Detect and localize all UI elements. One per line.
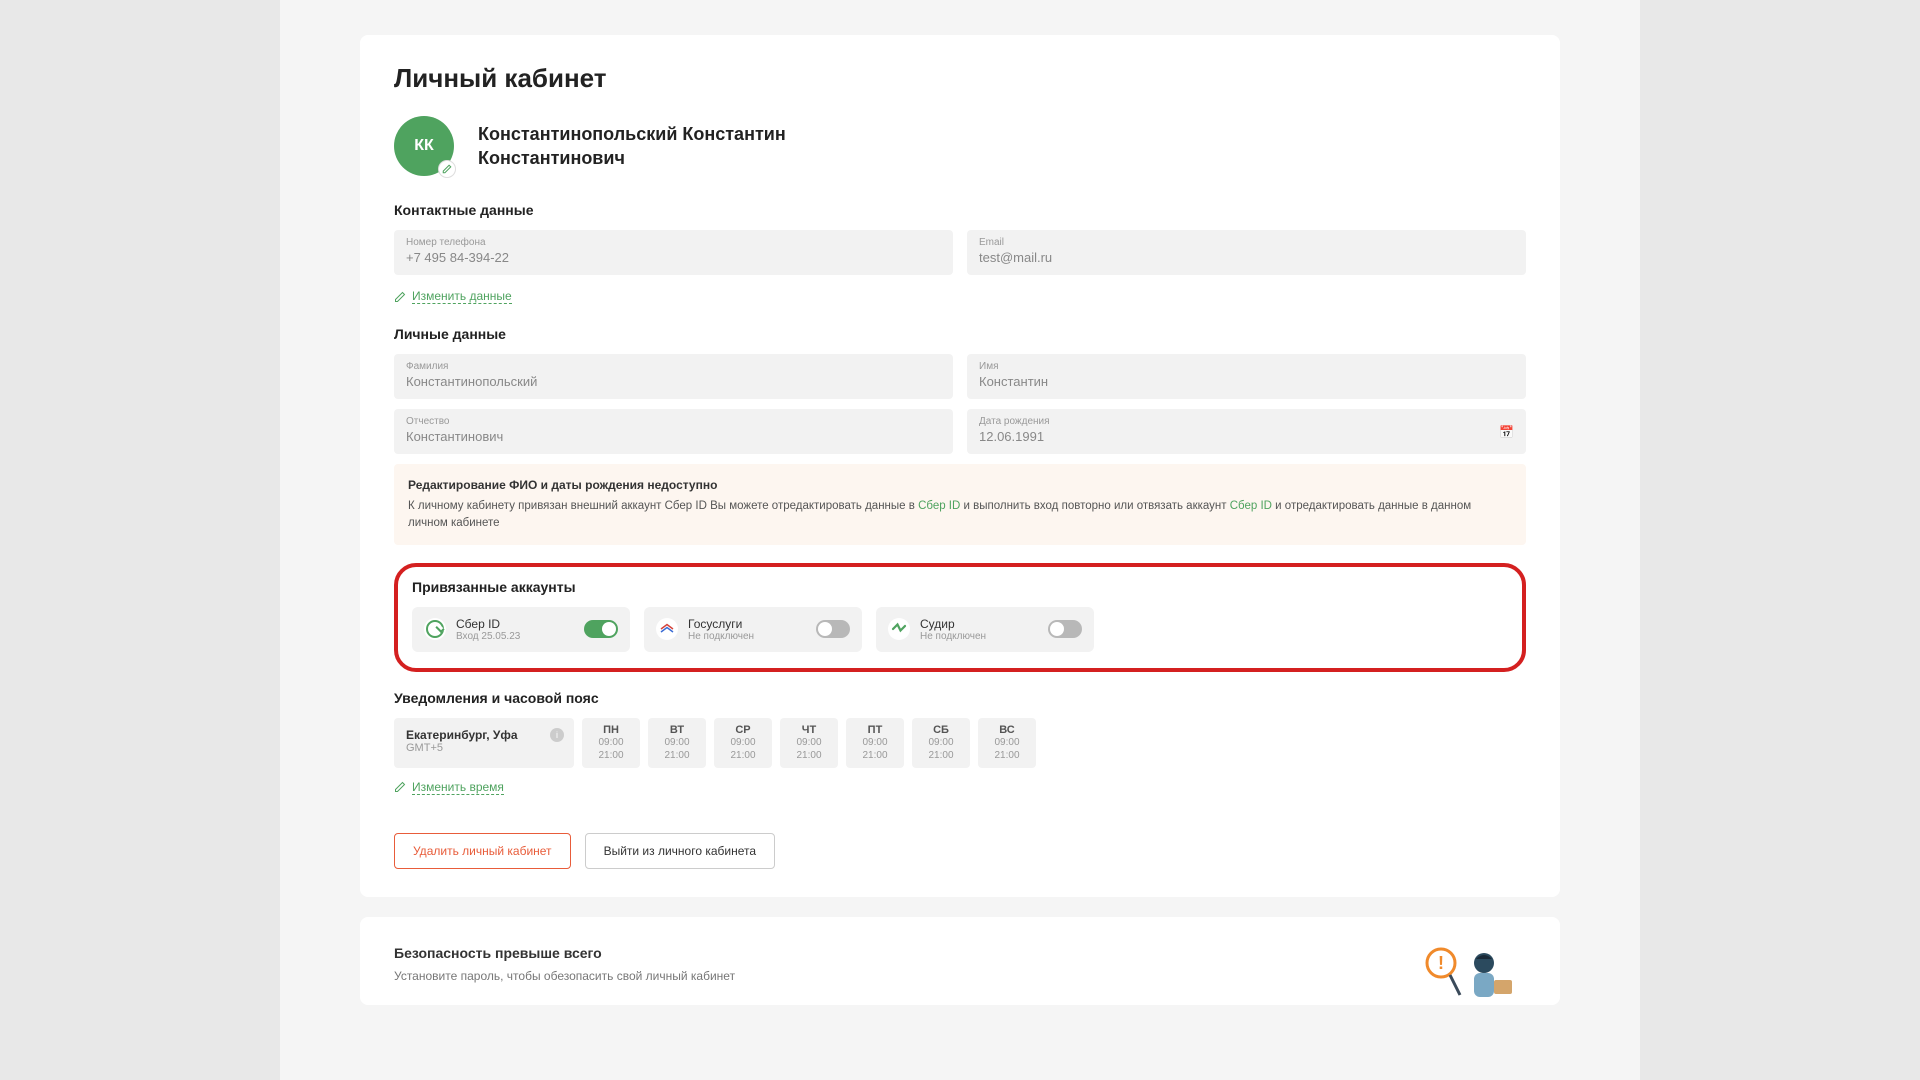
day-from: 09:00 [854, 736, 896, 749]
day-card[interactable]: ЧТ09:0021:00 [780, 718, 838, 768]
linked-account-card: Сбер IDВход 25.05.23 [412, 607, 630, 652]
provider-status: Не подключен [920, 631, 1038, 642]
day-to: 21:00 [986, 749, 1028, 762]
firstname-field: Имя Константин [967, 354, 1526, 399]
delete-account-button[interactable]: Удалить личный кабинет [394, 833, 571, 869]
security-illustration: ! [1406, 945, 1526, 1005]
security-card: Безопасность превыше всего Установите па… [360, 917, 1560, 1005]
day-name: ПН [590, 724, 632, 736]
tz-city-card[interactable]: Екатеринбург, Уфа GMT+5 i [394, 718, 574, 768]
pencil-icon [394, 781, 406, 793]
day-card[interactable]: СР09:0021:00 [714, 718, 772, 768]
profile-header: КК Константинопольский Константин Конста… [394, 116, 1526, 176]
linked-accounts-highlight: Привязанные аккаунты Сбер IDВход 25.05.2… [394, 563, 1526, 672]
phone-value: +7 495 84-394-22 [406, 250, 509, 265]
day-from: 09:00 [590, 736, 632, 749]
linked-section-title: Привязанные аккаунты [412, 579, 1508, 595]
day-from: 09:00 [656, 736, 698, 749]
provider-icon [888, 618, 910, 640]
day-name: СБ [920, 724, 962, 736]
day-name: ЧТ [788, 724, 830, 736]
linked-account-card: ГосуслугиНе подключен [644, 607, 862, 652]
avatar[interactable]: КК [394, 116, 454, 176]
provider-name: Судир [920, 617, 1038, 631]
tz-section-title: Уведомления и часовой пояс [394, 690, 1526, 706]
provider-icon [656, 618, 678, 640]
day-card[interactable]: ВС09:0021:00 [978, 718, 1036, 768]
patronymic-field: Отчество Константинович [394, 409, 953, 454]
avatar-initials: КК [414, 137, 434, 155]
birthdate-field: Дата рождения 12.06.1991 📅 [967, 409, 1526, 454]
day-name: ВС [986, 724, 1028, 736]
day-name: ВТ [656, 724, 698, 736]
security-title: Безопасность превыше всего [394, 945, 1366, 961]
edit-contact-link[interactable]: Изменить данные [394, 289, 512, 304]
link-toggle[interactable] [1048, 620, 1082, 638]
edit-time-link[interactable]: Изменить время [394, 780, 504, 795]
provider-status: Не подключен [688, 631, 806, 642]
day-to: 21:00 [590, 749, 632, 762]
link-toggle[interactable] [816, 620, 850, 638]
day-from: 09:00 [986, 736, 1028, 749]
notice-body: К личному кабинету привязан внешний акка… [408, 498, 1512, 533]
email-field[interactable]: Email test@mail.ru [967, 230, 1526, 275]
sber-id-link-1[interactable]: Сбер ID [918, 500, 960, 512]
contact-section-title: Контактные данные [394, 202, 1526, 218]
provider-name: Сбер ID [456, 617, 574, 631]
svg-text:!: ! [1438, 953, 1444, 973]
provider-name: Госуслуги [688, 617, 806, 631]
info-icon[interactable]: i [550, 728, 564, 742]
email-label: Email [979, 237, 1514, 248]
day-card[interactable]: ПН09:0021:00 [582, 718, 640, 768]
personal-section-title: Личные данные [394, 326, 1526, 342]
avatar-edit-icon[interactable] [438, 160, 456, 178]
profile-name: Константинопольский Константин Константи… [478, 122, 786, 171]
day-to: 21:00 [920, 749, 962, 762]
profile-card: Личный кабинет КК Константинопольский Ко… [360, 35, 1560, 897]
day-from: 09:00 [722, 736, 764, 749]
day-card[interactable]: ВТ09:0021:00 [648, 718, 706, 768]
day-to: 21:00 [854, 749, 896, 762]
page-title: Личный кабинет [394, 63, 1526, 94]
day-from: 09:00 [788, 736, 830, 749]
linked-account-card: СудирНе подключен [876, 607, 1094, 652]
day-to: 21:00 [722, 749, 764, 762]
provider-icon [424, 618, 446, 640]
day-card[interactable]: ПТ09:0021:00 [846, 718, 904, 768]
day-from: 09:00 [920, 736, 962, 749]
link-toggle[interactable] [584, 620, 618, 638]
sber-id-link-2[interactable]: Сбер ID [1230, 500, 1272, 512]
day-to: 21:00 [788, 749, 830, 762]
provider-status: Вход 25.05.23 [456, 631, 574, 642]
phone-field[interactable]: Номер телефона +7 495 84-394-22 [394, 230, 953, 275]
lastname-field: Фамилия Константинопольский [394, 354, 953, 399]
pencil-icon [394, 291, 406, 303]
logout-button[interactable]: Выйти из личного кабинета [585, 833, 775, 869]
edit-locked-notice: Редактирование ФИО и даты рождения недос… [394, 464, 1526, 545]
day-name: СР [722, 724, 764, 736]
day-to: 21:00 [656, 749, 698, 762]
day-card[interactable]: СБ09:0021:00 [912, 718, 970, 768]
calendar-icon: 📅 [1499, 425, 1514, 439]
security-desc: Установите пароль, чтобы обезопасить сво… [394, 969, 1366, 983]
day-name: ПТ [854, 724, 896, 736]
phone-label: Номер телефона [406, 237, 941, 248]
email-value: test@mail.ru [979, 250, 1052, 265]
